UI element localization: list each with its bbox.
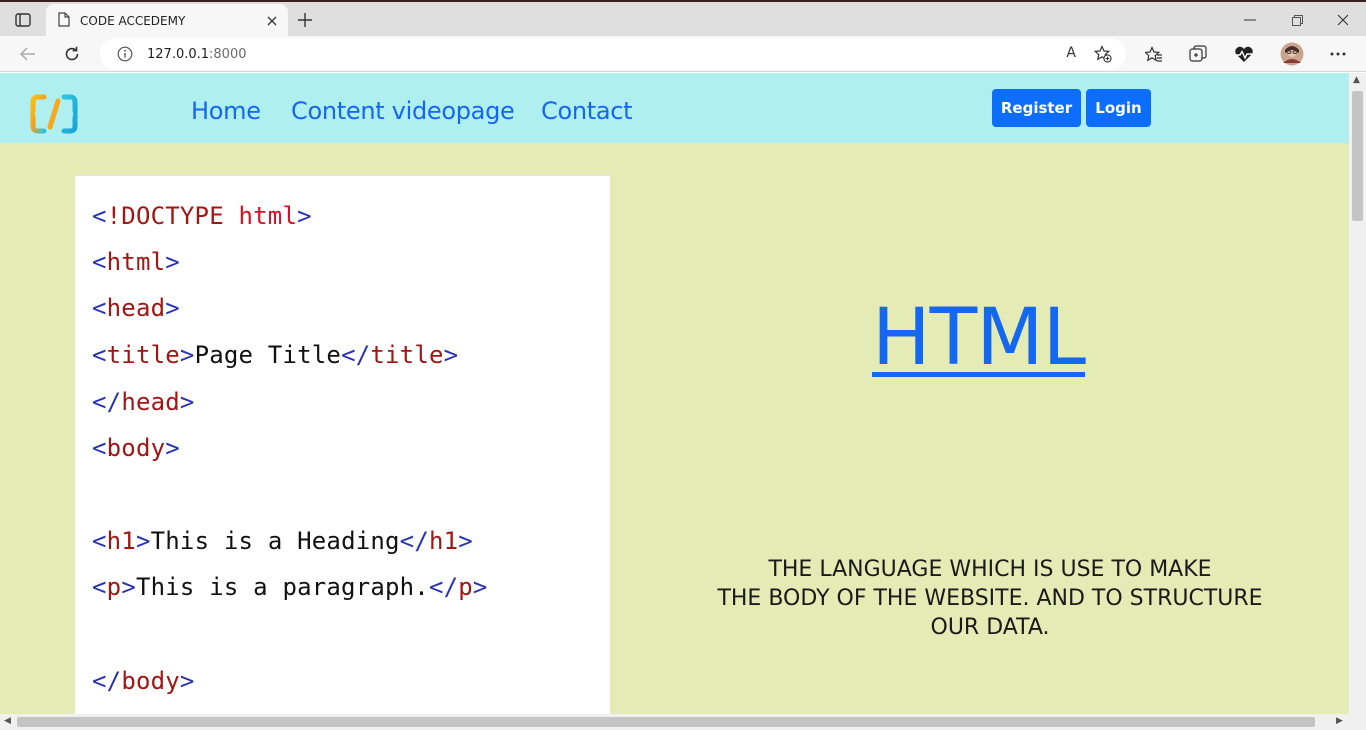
code-line: <html> <box>92 248 180 276</box>
description-line: THE LANGUAGE WHICH IS USE TO MAKE <box>768 557 1212 582</box>
restore-icon[interactable] <box>1284 10 1310 30</box>
code-line: <body> <box>92 434 180 462</box>
page-icon <box>58 11 70 31</box>
code-line: <head> <box>92 294 180 322</box>
vertical-scroll-thumb[interactable] <box>1352 91 1363 221</box>
hero-title-link[interactable]: HTML <box>872 293 1086 383</box>
horizontal-scrollbar[interactable]: ◀ ▶ <box>0 714 1349 730</box>
browser-tab[interactable]: CODE ACCEDEMY <box>46 4 288 38</box>
scroll-right-icon[interactable]: ▶ <box>1336 716 1343 726</box>
browser-toolbar: 127.0.0.1:8000 A <box>0 36 1366 72</box>
tab-actions-icon[interactable] <box>10 10 36 30</box>
close-window-icon[interactable] <box>1330 10 1356 30</box>
close-tab-icon[interactable] <box>262 11 282 31</box>
new-tab-icon[interactable] <box>292 9 318 31</box>
site-logo-icon[interactable] <box>29 93 79 135</box>
scrollbar-corner <box>1349 714 1366 730</box>
register-button[interactable]: Register <box>992 89 1081 127</box>
code-sample-image: <!DOCTYPE html> <html> <head> <title>Pag… <box>75 175 610 714</box>
nav-link-contact[interactable]: Contact <box>541 97 633 125</box>
code-line: </body> <box>92 667 195 695</box>
back-icon[interactable] <box>14 40 42 68</box>
code-line: </head> <box>92 388 195 416</box>
description-line: THE BODY OF THE WEBSITE. AND TO STRUCTUR… <box>717 586 1263 611</box>
hero-description: THE LANGUAGE WHICH IS USE TO MAKE THE BO… <box>640 555 1340 642</box>
tab-title: CODE ACCEDEMY <box>80 14 186 28</box>
code-line: <title>Page Title</title> <box>92 341 459 369</box>
page-viewport: Home Content videopage Contact Register … <box>0 73 1349 714</box>
favorites-icon[interactable] <box>1140 40 1168 68</box>
code-line: <h1>This is a Heading</h1> <box>92 527 473 555</box>
nav-link-home[interactable]: Home <box>191 97 261 125</box>
refresh-icon[interactable] <box>58 40 86 68</box>
minimize-icon[interactable] <box>1237 10 1263 30</box>
address-bar[interactable]: 127.0.0.1:8000 A <box>100 38 1126 70</box>
collections-icon[interactable] <box>1184 40 1212 68</box>
browser-essentials-icon[interactable] <box>1230 40 1258 68</box>
login-button[interactable]: Login <box>1086 89 1151 127</box>
more-options-icon[interactable] <box>1324 40 1352 68</box>
url-text: 127.0.0.1:8000 <box>147 46 247 62</box>
profile-avatar[interactable] <box>1278 40 1306 68</box>
nav-link-content-videopage[interactable]: Content videopage <box>291 97 515 125</box>
horizontal-scroll-thumb[interactable] <box>17 717 1315 727</box>
browser-tab-bar: CODE ACCEDEMY <box>0 0 1366 38</box>
scroll-left-icon[interactable]: ◀ <box>4 716 11 726</box>
code-line: <!DOCTYPE html> <box>92 202 312 230</box>
read-aloud-icon[interactable]: A <box>1066 45 1076 61</box>
add-favorite-icon[interactable] <box>1094 45 1112 63</box>
vertical-scrollbar[interactable]: ▲ <box>1349 73 1366 714</box>
description-line: OUR DATA. <box>930 615 1050 640</box>
scroll-up-icon[interactable]: ▲ <box>1353 75 1360 85</box>
site-navbar: Home Content videopage Contact Register … <box>0 73 1349 143</box>
code-line: <p>This is a paragraph.</p> <box>92 573 488 601</box>
site-info-icon[interactable] <box>117 46 133 62</box>
